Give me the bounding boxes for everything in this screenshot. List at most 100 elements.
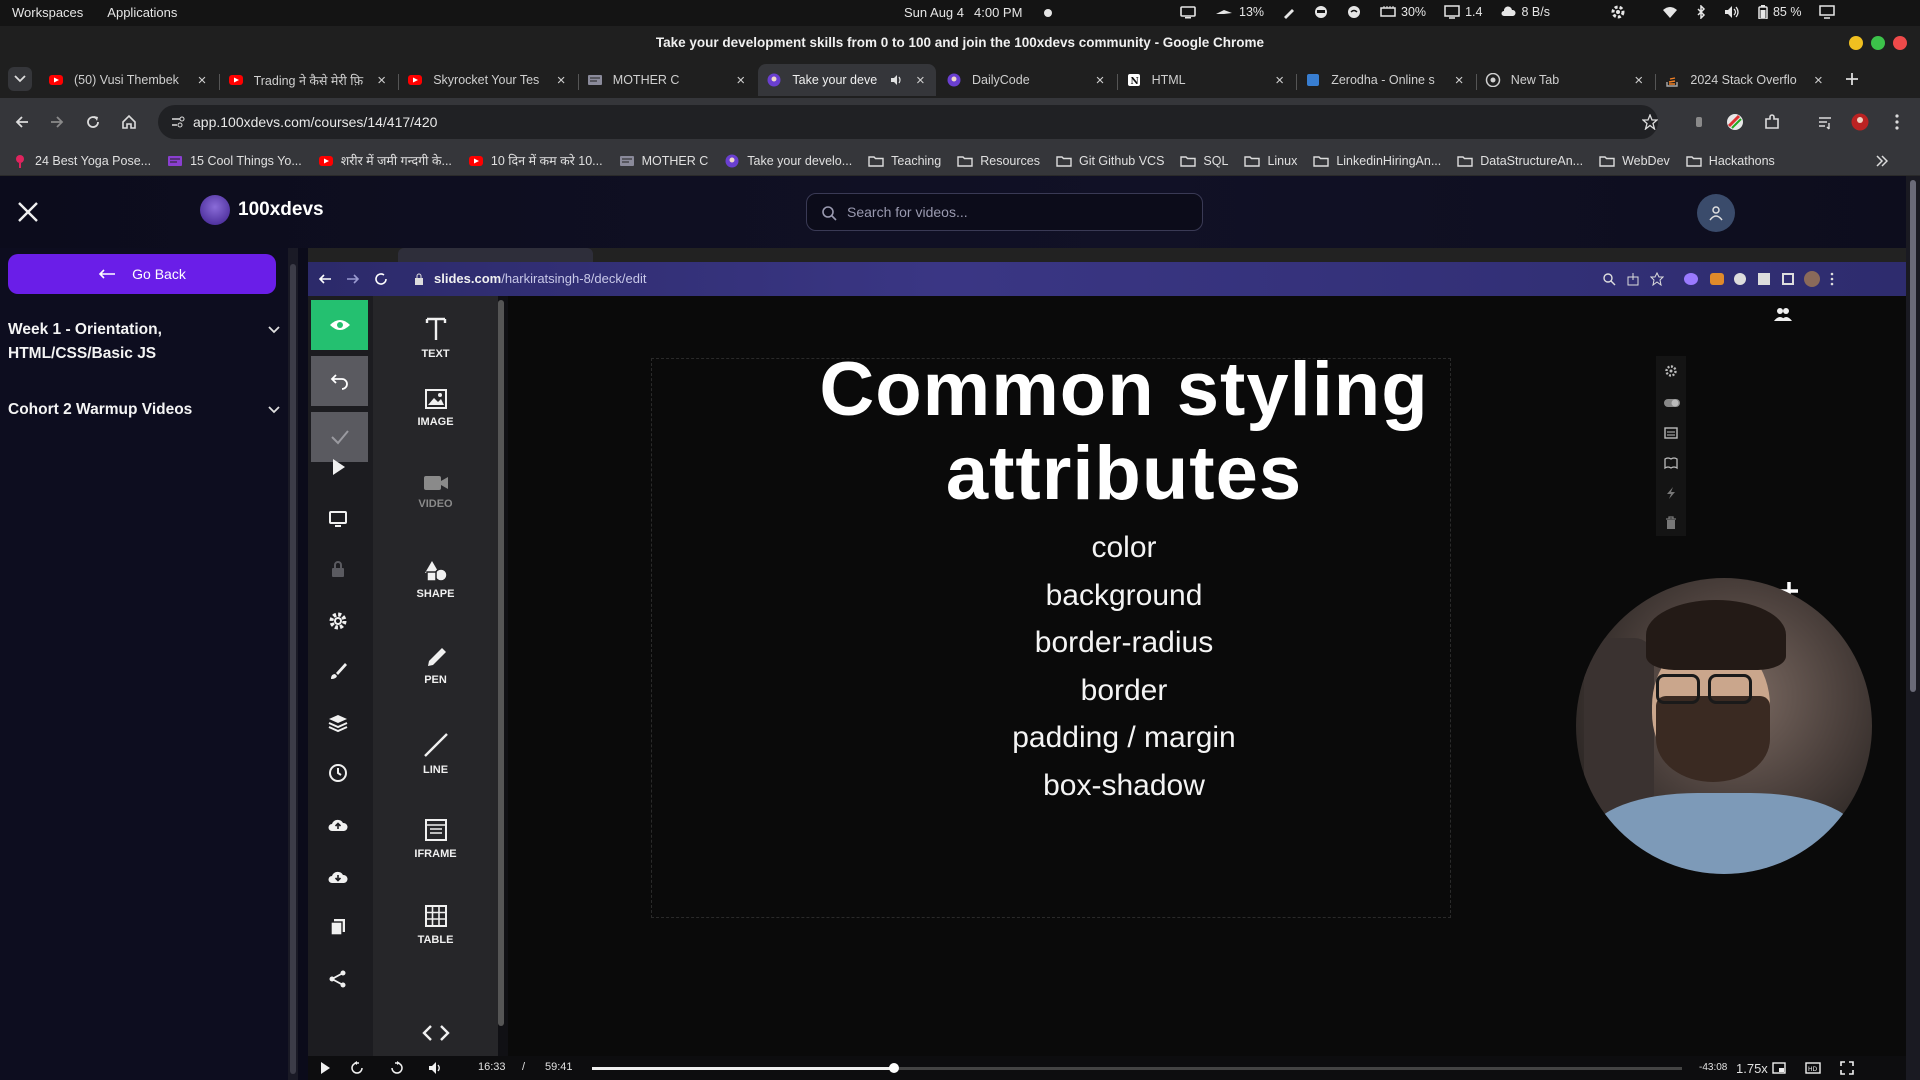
volume-icon[interactable] [428, 1061, 442, 1075]
tab-close-icon[interactable]: × [553, 72, 569, 89]
video-player[interactable]: slides.com/harkiratsingh-8/deck/edit TEX… [308, 248, 1906, 1080]
layers-icon[interactable] [327, 712, 349, 734]
extension-colorful-icon[interactable] [1723, 110, 1747, 134]
volume-icon[interactable] [1724, 5, 1740, 19]
battery-indicator[interactable]: 85 % [1758, 5, 1801, 19]
forward-button[interactable] [45, 110, 69, 134]
quality-icon[interactable]: HD [1805, 1061, 1821, 1075]
browser-menu-icon[interactable] [1885, 110, 1909, 134]
browser-tab[interactable]: Skyrocket Your Tes × [399, 64, 577, 96]
tab-close-icon[interactable]: × [733, 72, 749, 89]
pen-icon[interactable] [1282, 5, 1296, 19]
tab-search-button[interactable] [8, 67, 32, 91]
module-week1[interactable]: Week 1 - Orientation, HTML/CSS/Basic JS [8, 318, 280, 366]
bookmark-item[interactable]: DataStructureAn... [1457, 154, 1583, 168]
cloud-upload-icon[interactable] [327, 814, 349, 836]
gear-icon[interactable] [327, 610, 349, 632]
load-indicator[interactable]: 1.4 [1444, 5, 1482, 19]
bookmark-star-icon[interactable] [1642, 114, 1658, 130]
trash-icon[interactable] [1664, 516, 1678, 530]
settings-tray-icon[interactable] [1610, 4, 1626, 20]
forward-icon[interactable] [390, 1061, 404, 1075]
workspaces-menu[interactable]: Workspaces [12, 5, 83, 20]
module-warmup[interactable]: Cohort 2 Warmup Videos [8, 398, 280, 422]
browser-tab[interactable]: Trading ने कैसे मेरी फ़ि × [220, 64, 398, 96]
bookmark-item[interactable]: Hackathons [1686, 154, 1775, 168]
picture-in-picture-icon[interactable] [1772, 1061, 1786, 1075]
browser-tab[interactable]: New Tab × [1477, 64, 1655, 96]
home-button[interactable] [117, 110, 141, 134]
clock[interactable]: Sun Aug 4 4:00 PM [904, 5, 1053, 20]
save-button[interactable] [311, 412, 368, 462]
bookmark-item[interactable]: Take your develo... [724, 154, 852, 168]
user-avatar[interactable] [1697, 194, 1735, 232]
browser-tab[interactable]: 2024 Stack Overflo × [1656, 64, 1834, 96]
fullscreen-icon[interactable] [1840, 1061, 1854, 1075]
tool-iframe[interactable]: IFRAME [373, 818, 498, 860]
tool-shape[interactable]: SHAPE [373, 560, 498, 600]
search-videos-input[interactable]: Search for videos... [806, 193, 1203, 231]
reading-list-icon[interactable] [1813, 110, 1837, 134]
more-bookmarks-icon[interactable] [1876, 155, 1888, 167]
bookmark-item[interactable]: 24 Best Yoga Pose... [12, 154, 151, 168]
seek-handle[interactable] [888, 1063, 899, 1073]
bookmark-item[interactable]: MOTHER C [619, 154, 708, 168]
memory-indicator[interactable]: 30% [1380, 5, 1426, 19]
back-button[interactable] [10, 110, 34, 134]
speaker-icon[interactable] [890, 74, 904, 86]
rewind-icon[interactable] [350, 1061, 364, 1075]
browser-tab[interactable]: Take your deve × [758, 64, 937, 96]
screen-icon[interactable] [1180, 5, 1196, 19]
users-icon[interactable] [1774, 306, 1792, 322]
applications-menu[interactable]: Applications [107, 5, 177, 20]
brush-icon[interactable] [327, 660, 349, 682]
browser-tab[interactable]: DailyCode × [938, 64, 1116, 96]
bookmark-item[interactable]: LinkedinHiringAn... [1313, 154, 1441, 168]
bookmark-item[interactable]: Resources [957, 154, 1040, 168]
clock-icon[interactable] [327, 762, 349, 784]
browser-tab[interactable]: (50) Vusi Thembek × [40, 64, 218, 96]
close-icon[interactable] [14, 198, 42, 226]
browser-tab[interactable]: MOTHER C × [579, 64, 757, 96]
cpu-indicator[interactable]: 13% [1214, 5, 1264, 19]
reload-button[interactable] [81, 110, 105, 134]
play-icon[interactable] [327, 456, 349, 478]
gear-icon[interactable] [1664, 364, 1678, 378]
bookmark-item[interactable]: Teaching [868, 154, 941, 168]
address-bar[interactable]: app.100xdevs.com/courses/14/417/420 [158, 105, 1658, 139]
import-icon[interactable] [327, 916, 349, 938]
share-network-icon[interactable] [327, 968, 349, 990]
layout-icon[interactable] [1664, 426, 1678, 440]
tab-close-icon[interactable]: × [1631, 72, 1647, 89]
page-scrollbar[interactable] [1906, 176, 1920, 1080]
tool-table[interactable]: TABLE [373, 904, 498, 946]
bookmark-item[interactable]: Linux [1244, 154, 1297, 168]
monitor-icon[interactable] [327, 508, 349, 530]
browser-tab[interactable]: N HTML × [1118, 64, 1296, 96]
network-indicator[interactable]: 8 B/s [1500, 5, 1550, 19]
new-tab-button[interactable] [1840, 67, 1864, 91]
toggle-icon[interactable] [1664, 396, 1680, 410]
profile-avatar[interactable] [1848, 110, 1872, 134]
tool-pen[interactable]: PEN [373, 646, 498, 686]
tools-scrollbar[interactable] [498, 300, 504, 1026]
lightning-icon[interactable] [1664, 486, 1678, 500]
tool-code[interactable] [373, 1024, 498, 1048]
tab-close-icon[interactable]: × [1092, 72, 1108, 89]
tool-video[interactable]: VIDEO [373, 474, 498, 510]
extensions-puzzle-icon[interactable] [1760, 110, 1784, 134]
cloud-tray-icon[interactable] [1346, 5, 1362, 19]
power-menu-icon[interactable] [1819, 5, 1836, 19]
tab-close-icon[interactable]: × [194, 72, 210, 89]
bookmark-item[interactable]: 10 दिन में कम करे 10... [468, 152, 603, 169]
wifi-icon[interactable] [1662, 5, 1678, 19]
bluetooth-icon[interactable] [1696, 5, 1706, 19]
tab-close-icon[interactable]: × [1810, 72, 1826, 89]
sidebar-scrollbar[interactable] [288, 248, 298, 1080]
tab-close-icon[interactable]: × [1451, 72, 1467, 89]
bookmark-item[interactable]: Git Github VCS [1056, 154, 1164, 168]
bookmark-item[interactable]: शरीर में जमी गन्दगी के... [318, 152, 452, 169]
play-icon[interactable] [318, 1061, 332, 1075]
brand[interactable]: 100xdevs [200, 195, 324, 225]
book-icon[interactable] [1664, 456, 1678, 470]
